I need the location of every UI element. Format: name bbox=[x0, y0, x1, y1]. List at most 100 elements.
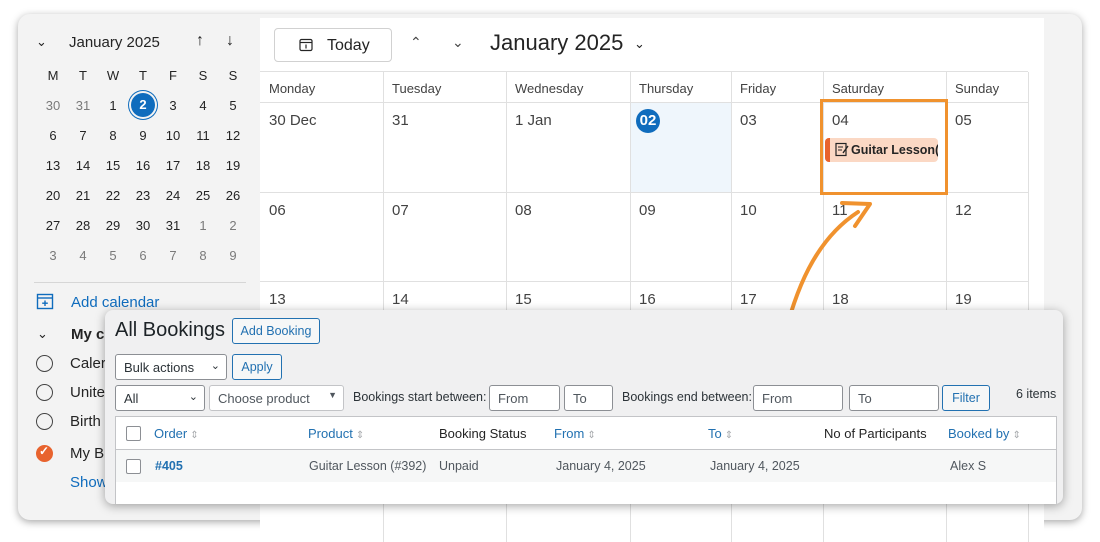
bookings-panel: All Bookings Add Booking Bulk actions ⌄ … bbox=[105, 310, 1063, 504]
mini-day[interactable]: 11 bbox=[188, 129, 218, 159]
day-number[interactable]: 17 bbox=[740, 291, 757, 308]
mini-day[interactable]: 29 bbox=[98, 219, 128, 249]
mini-day[interactable]: 7 bbox=[158, 249, 188, 279]
mini-day[interactable]: 4 bbox=[68, 249, 98, 279]
mini-day[interactable]: 30 bbox=[128, 219, 158, 249]
day-number[interactable]: 07 bbox=[392, 202, 409, 219]
day-number[interactable]: 19 bbox=[955, 291, 972, 308]
add-booking-button[interactable]: Add Booking bbox=[232, 318, 320, 344]
start-to-input[interactable]: To bbox=[564, 385, 613, 411]
mini-day[interactable]: 1 bbox=[188, 219, 218, 249]
mini-day[interactable]: 24 bbox=[158, 189, 188, 219]
mini-day[interactable]: 14 bbox=[68, 159, 98, 189]
day-number[interactable]: 1 Jan bbox=[515, 112, 552, 129]
column-from[interactable]: From ⇕ bbox=[554, 426, 596, 441]
mini-day[interactable]: 26 bbox=[218, 189, 248, 219]
mini-day[interactable]: 28 bbox=[68, 219, 98, 249]
day-number[interactable]: 03 bbox=[740, 112, 757, 129]
day-number[interactable]: 18 bbox=[832, 291, 849, 308]
day-number[interactable]: 30 Dec bbox=[269, 112, 317, 129]
filter-button[interactable]: Filter bbox=[942, 385, 990, 411]
day-number[interactable]: 10 bbox=[740, 202, 757, 219]
row-checkbox[interactable] bbox=[126, 459, 141, 474]
mini-day-today[interactable]: 2 bbox=[128, 93, 158, 129]
mini-day[interactable]: 13 bbox=[38, 159, 68, 189]
column-booked-by[interactable]: Booked by ⇕ bbox=[948, 426, 1021, 441]
sort-icon: ⇕ bbox=[355, 430, 365, 441]
day-number[interactable]: 05 bbox=[955, 112, 972, 129]
mini-day[interactable]: 16 bbox=[128, 159, 158, 189]
mini-day[interactable]: 23 bbox=[128, 189, 158, 219]
mini-day[interactable]: 18 bbox=[188, 159, 218, 189]
mini-day[interactable]: 9 bbox=[218, 249, 248, 279]
show-all-link[interactable]: Show bbox=[70, 474, 108, 491]
column-to[interactable]: To ⇕ bbox=[708, 426, 733, 441]
mini-day[interactable]: 2 bbox=[218, 219, 248, 249]
mini-day[interactable]: 1 bbox=[98, 99, 128, 129]
mini-day[interactable]: 27 bbox=[38, 219, 68, 249]
mini-day[interactable]: 6 bbox=[38, 129, 68, 159]
mini-day[interactable]: 30 bbox=[38, 99, 68, 129]
day-number[interactable]: 12 bbox=[955, 202, 972, 219]
mini-day[interactable]: 6 bbox=[128, 249, 158, 279]
chevron-down-icon[interactable]: ⌄ bbox=[452, 34, 464, 51]
calendar-toggle-radio[interactable] bbox=[36, 413, 53, 430]
mini-day[interactable]: 31 bbox=[68, 99, 98, 129]
arrow-up-icon[interactable]: ↑ bbox=[196, 32, 204, 50]
mini-day[interactable]: 22 bbox=[98, 189, 128, 219]
column-order[interactable]: Order ⇕ bbox=[154, 426, 199, 441]
choose-product-select[interactable]: Choose product ▼ bbox=[209, 385, 344, 411]
mini-day[interactable]: 25 bbox=[188, 189, 218, 219]
calendar-toggle-radio[interactable] bbox=[36, 384, 53, 401]
mini-day[interactable]: 3 bbox=[38, 249, 68, 279]
end-between-label: Bookings end between: bbox=[622, 390, 752, 404]
mini-day[interactable]: 12 bbox=[218, 129, 248, 159]
mini-day[interactable]: 10 bbox=[158, 129, 188, 159]
mini-day[interactable]: 8 bbox=[98, 129, 128, 159]
day-number[interactable]: 16 bbox=[639, 291, 656, 308]
mini-day[interactable]: 17 bbox=[158, 159, 188, 189]
arrow-down-icon[interactable]: ↓ bbox=[226, 32, 234, 50]
today-label: Today bbox=[327, 37, 370, 54]
day-number[interactable]: 11 bbox=[832, 202, 848, 219]
select-all-checkbox[interactable] bbox=[126, 426, 141, 441]
table-row[interactable]: #405 Guitar Lesson (#392) Unpaid January… bbox=[116, 450, 1056, 482]
mini-day[interactable]: 9 bbox=[128, 129, 158, 159]
calendar-toggle-radio[interactable] bbox=[36, 355, 53, 372]
filter-all-select[interactable]: All ⌄ bbox=[115, 385, 205, 411]
chevron-down-icon[interactable]: ⌄ bbox=[36, 34, 47, 50]
mini-day[interactable]: 15 bbox=[98, 159, 128, 189]
bulk-actions-select[interactable]: Bulk actions ⌄ bbox=[115, 354, 227, 380]
day-number[interactable]: 06 bbox=[269, 202, 286, 219]
end-to-input[interactable]: To bbox=[849, 385, 939, 411]
apply-button[interactable]: Apply bbox=[232, 354, 282, 380]
day-number[interactable]: 08 bbox=[515, 202, 532, 219]
day-number[interactable]: 31 bbox=[392, 112, 409, 129]
column-product[interactable]: Product ⇕ bbox=[308, 426, 364, 441]
day-number[interactable]: 14 bbox=[392, 291, 409, 308]
chevron-down-icon[interactable]: ⌄ bbox=[37, 326, 48, 342]
day-number[interactable]: 13 bbox=[269, 291, 286, 308]
weekday-header: Wednesday bbox=[515, 81, 584, 96]
chevron-up-icon[interactable]: ⌃ bbox=[410, 34, 422, 51]
mini-day[interactable]: 7 bbox=[68, 129, 98, 159]
order-link[interactable]: #405 bbox=[155, 459, 183, 473]
mini-day[interactable]: 3 bbox=[158, 99, 188, 129]
mini-day[interactable]: 5 bbox=[98, 249, 128, 279]
month-title[interactable]: January 2025 bbox=[490, 30, 623, 56]
chevron-down-icon[interactable]: ⌄ bbox=[634, 36, 645, 52]
day-number[interactable]: 15 bbox=[515, 291, 532, 308]
mini-day[interactable]: 19 bbox=[218, 159, 248, 189]
start-from-input[interactable]: From bbox=[489, 385, 560, 411]
mini-day[interactable]: 21 bbox=[68, 189, 98, 219]
mini-day[interactable]: 4 bbox=[188, 99, 218, 129]
mini-day[interactable]: 5 bbox=[218, 99, 248, 129]
day-number[interactable]: 09 bbox=[639, 202, 656, 219]
mini-day[interactable]: 8 bbox=[188, 249, 218, 279]
mini-day[interactable]: 31 bbox=[158, 219, 188, 249]
mini-day[interactable]: 20 bbox=[38, 189, 68, 219]
calendar-toggle-radio[interactable] bbox=[36, 444, 53, 462]
today-button[interactable]: Today bbox=[274, 28, 392, 62]
end-from-input[interactable]: From bbox=[753, 385, 843, 411]
today-date-marker[interactable]: 02 bbox=[636, 109, 660, 133]
